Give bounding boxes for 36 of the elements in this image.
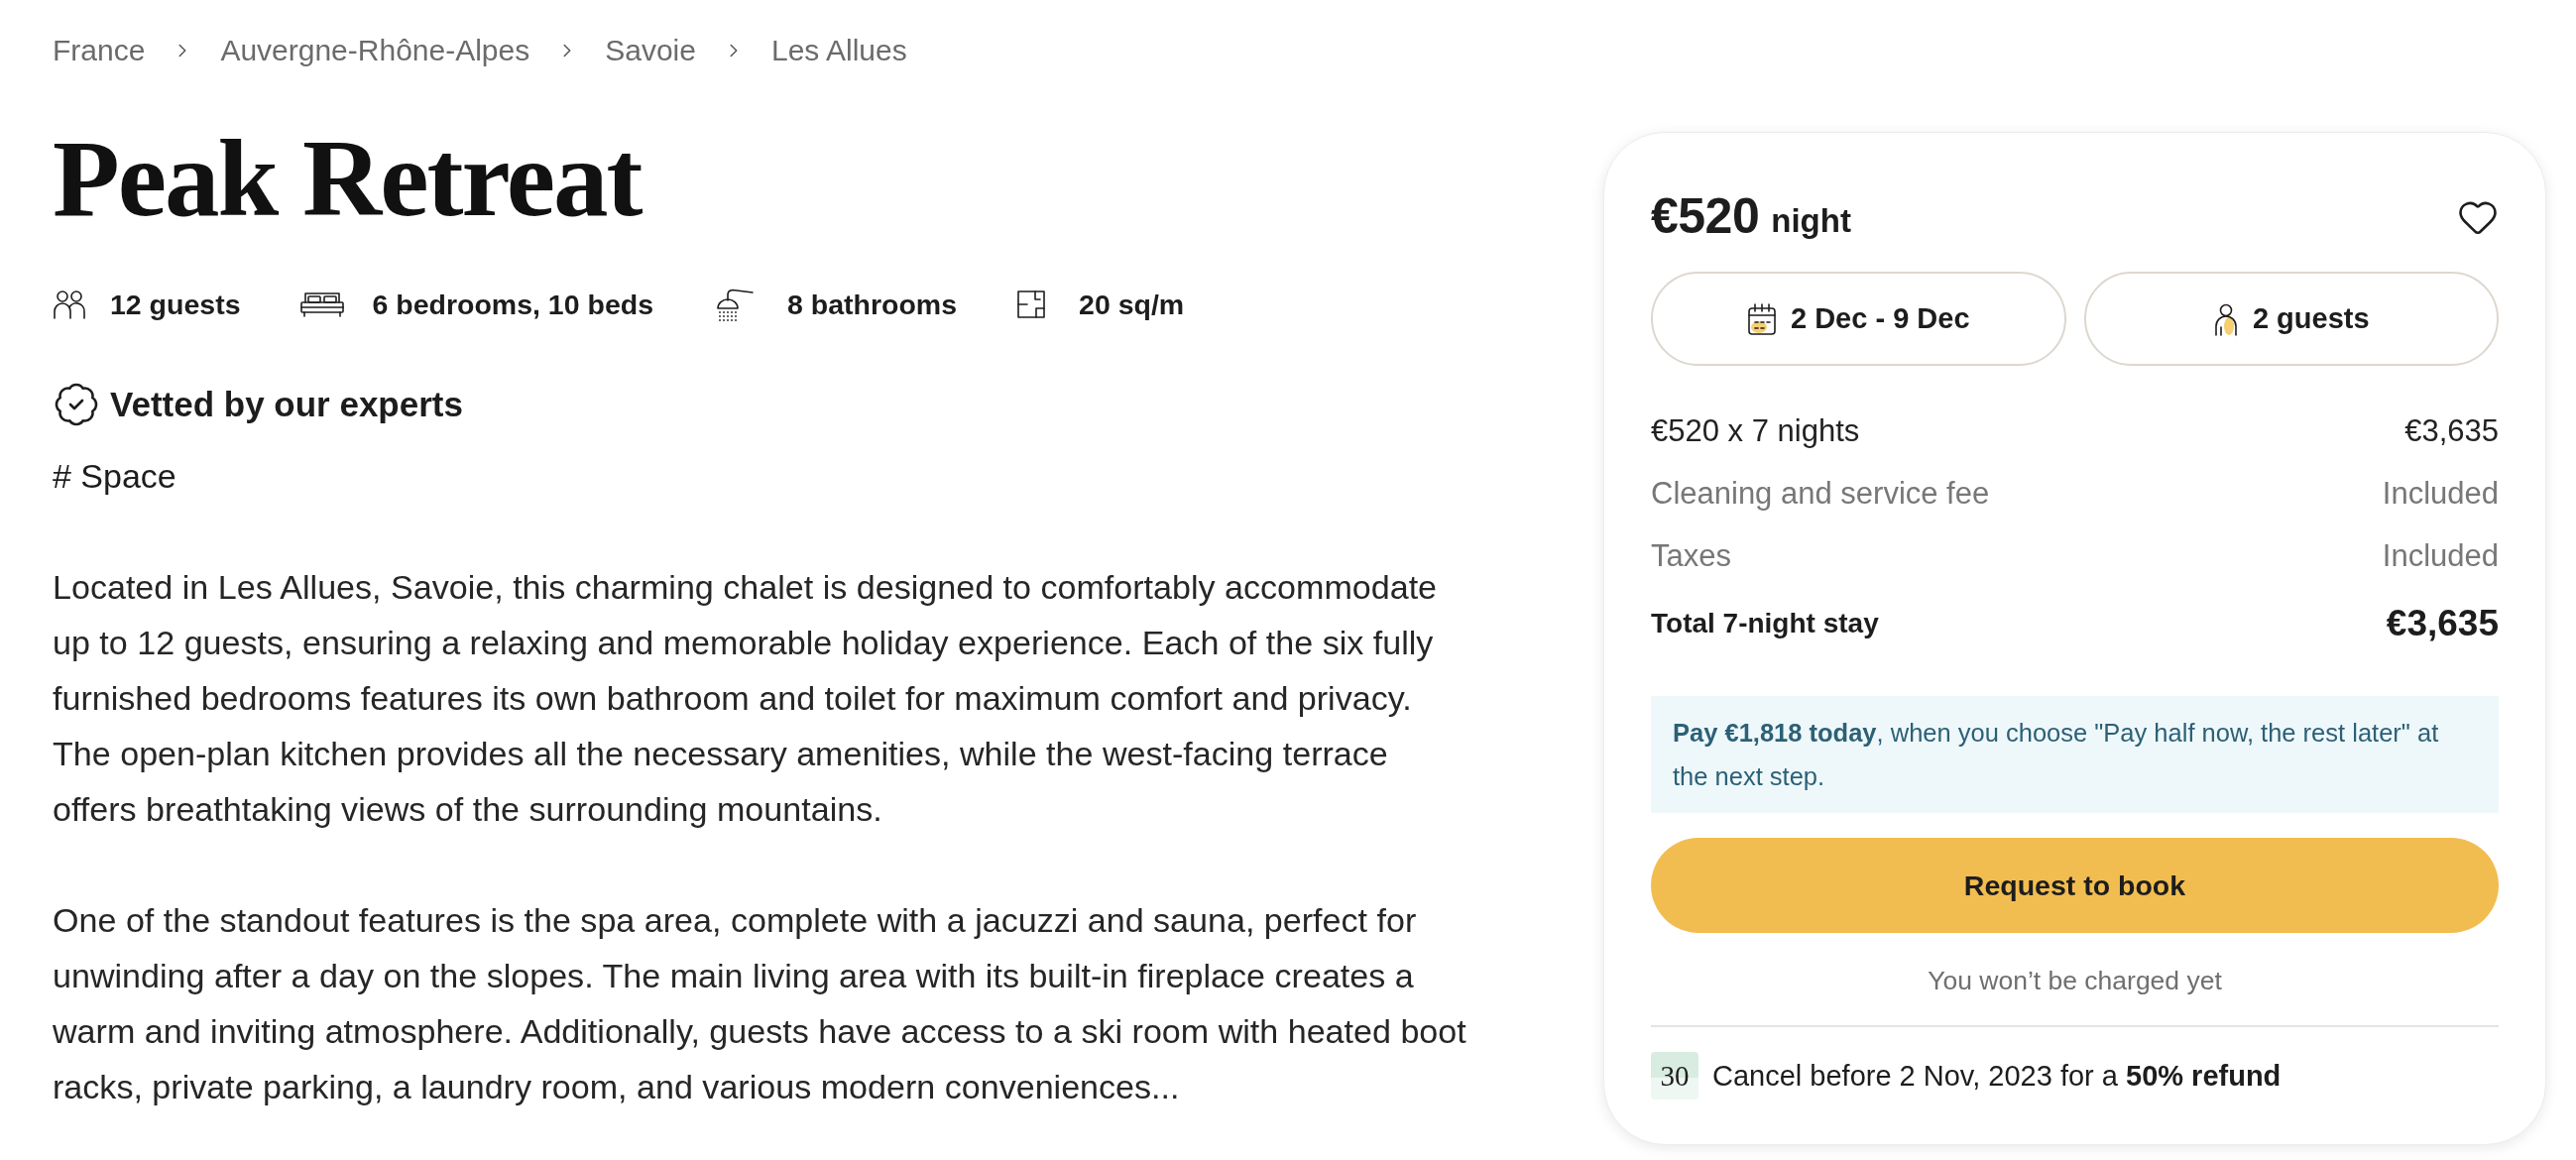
bed-icon [299,290,346,318]
price-unit: night [1771,202,1851,240]
no-charge-note: You won’t be charged yet [1928,965,2222,997]
cancellation-policy: Cancel before 2 Nov, 2023 for a 50% refund [1712,1059,2282,1093]
fee-line-label: Cleaning and service fee [1651,476,1990,512]
date-tile: 30 [1651,1052,1698,1100]
amenity-label: 20 sq/m [1079,288,1185,321]
breadcrumb-link[interactable]: Savoie [605,31,696,70]
date-picker-button[interactable]: 2 Dec - 9 Dec [1651,272,2066,366]
price-line-label: €520 x 7 nights [1651,413,1860,449]
fee-line-value: Included [2382,538,2499,574]
description-paragraph: Located in Les Allues, Savoie, this charming chalet is designed to comfortably accommodate up to 12 guests, ensuring a relaxing and memorable holiday experience. Each of the six fully furnished bedrooms features its own bathroom and toilet for maximum comfort and privacy. The open-plan kitchen provides all the necessary amenities, while the west-facing terrace offers breathtaking views of the surrounding mountains. [53,567,1439,830]
fee-line-value: Included [2382,476,2499,512]
amenity-label: 6 bedrooms, 10 beds [372,288,653,321]
section-heading: # Space [53,456,176,497]
person-icon [2212,301,2239,336]
amenity-label: 12 guests [110,288,241,321]
fee-line-label: Taxes [1651,538,1731,574]
vetted-label: Vetted by our experts [110,385,463,424]
listing-title: Peak Retreat [53,123,642,234]
people-icon [53,290,86,319]
total-label: Total 7-night stay [1651,608,1879,639]
payment-notice: Pay €1,818 today, when you choose "Pay half now, the rest later" at the next step. [1651,696,2499,813]
breadcrumb-link[interactable]: France [53,31,146,70]
request-to-book-button[interactable]: Request to book [1651,838,2499,933]
calendar-icon [1746,301,1777,336]
breadcrumb-link[interactable]: Auvergne-Rhône-Alpes [220,31,530,70]
badge-check-icon [53,381,100,428]
total-value: €3,635 [2386,603,2499,644]
description-paragraph: One of the standout features is the spa area, complete with a jacuzzi and sauna, perfect for unwinding after a day on the slopes. The main living area with its built-in fireplace creates a warm and inviting atmosphere. Additionally, guests have access to a ski room with heated boot racks, private parking, a laundry room, and various modern conveniences... [53,900,1467,1107]
floor-plan-icon [1016,290,1047,319]
breadcrumb-link[interactable]: Les Allues [770,31,907,70]
price-amount: €520 [1651,187,1760,245]
price-line-value: €3,635 [2404,413,2499,449]
guest-picker-button[interactable]: 2 guests [2083,272,2499,366]
amenity-label: 8 bathrooms [787,288,958,321]
